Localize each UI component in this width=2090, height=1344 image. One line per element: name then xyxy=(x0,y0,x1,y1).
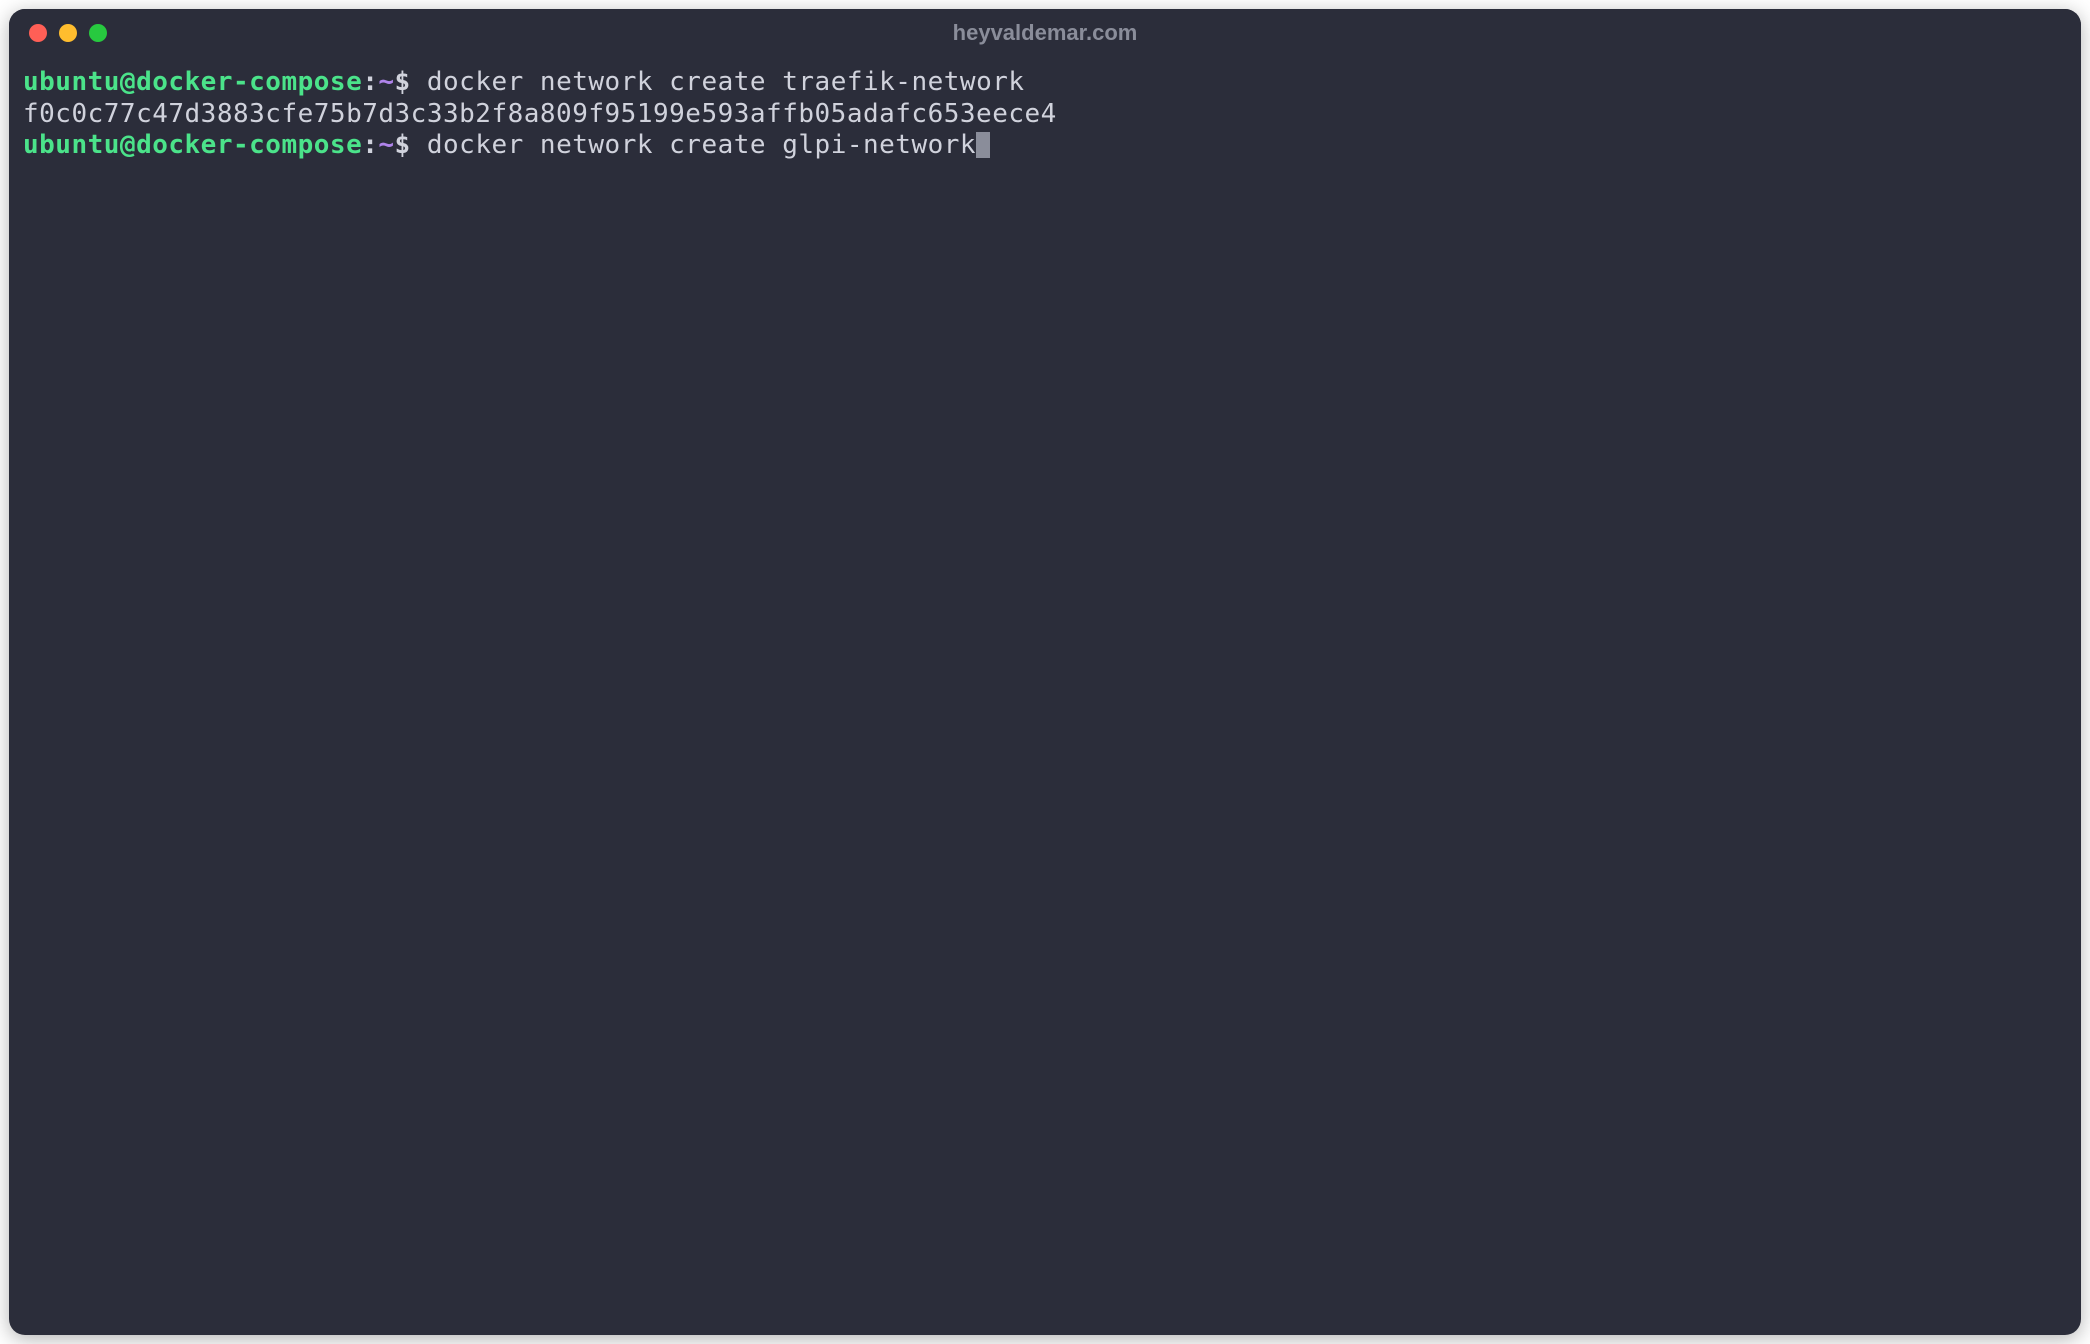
traffic-lights xyxy=(29,24,107,42)
prompt-user-host: ubuntu@docker-compose xyxy=(23,130,362,160)
terminal-line: ubuntu@docker-compose:~$ docker network … xyxy=(23,67,2067,99)
minimize-button[interactable] xyxy=(59,24,77,42)
output-text: f0c0c77c47d3883cfe75b7d3c33b2f8a809f9519… xyxy=(23,99,1057,129)
command-text: docker network create glpi-network xyxy=(411,130,976,160)
terminal-line: f0c0c77c47d3883cfe75b7d3c33b2f8a809f9519… xyxy=(23,99,2067,131)
prompt-colon: : xyxy=(362,67,378,97)
prompt-dollar: $ xyxy=(395,130,411,160)
prompt-dollar: $ xyxy=(395,67,411,97)
window-title: heyvaldemar.com xyxy=(953,20,1138,46)
maximize-button[interactable] xyxy=(89,24,107,42)
command-text: docker network create traefik-network xyxy=(411,67,1025,97)
close-button[interactable] xyxy=(29,24,47,42)
terminal-window: heyvaldemar.com ubuntu@docker-compose:~$… xyxy=(9,9,2081,1335)
prompt-path: ~ xyxy=(378,130,394,160)
terminal-body[interactable]: ubuntu@docker-compose:~$ docker network … xyxy=(9,57,2081,1335)
terminal-line: ubuntu@docker-compose:~$ docker network … xyxy=(23,130,2067,162)
prompt-colon: : xyxy=(362,130,378,160)
prompt-path: ~ xyxy=(378,67,394,97)
prompt-user-host: ubuntu@docker-compose xyxy=(23,67,362,97)
cursor-icon xyxy=(976,132,990,158)
title-bar: heyvaldemar.com xyxy=(9,9,2081,57)
